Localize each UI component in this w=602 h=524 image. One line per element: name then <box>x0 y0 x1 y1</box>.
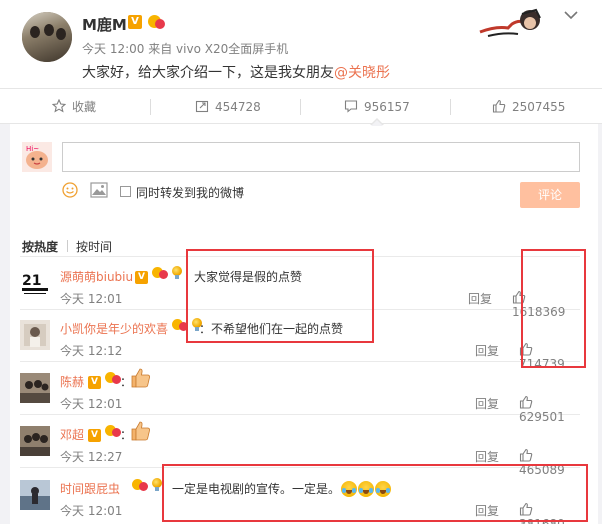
repost-checkbox[interactable] <box>120 186 131 197</box>
thumbs-up-icon <box>519 395 533 409</box>
author-avatar[interactable] <box>22 12 72 62</box>
commenter-avatar[interactable] <box>20 426 50 456</box>
action-bar: 收藏 454728 956157 2507455 <box>0 88 602 124</box>
repost-icon <box>195 100 209 113</box>
thumbs-up-emoji-icon <box>131 421 150 441</box>
star-icon <box>52 99 66 113</box>
comment-time: 今天 12:01 <box>60 504 123 518</box>
like-count: 2507455 <box>512 100 566 114</box>
mention-link[interactable]: @关晓彤 <box>334 65 390 81</box>
highlight-box <box>186 249 374 343</box>
divider <box>150 99 151 115</box>
post-text-body: 大家好，给大家介绍一下，这是我女朋友 <box>82 65 334 81</box>
verified-badge-icon: V <box>88 429 101 442</box>
repost-count: 454728 <box>215 100 261 114</box>
bulb-badge-icon <box>171 266 182 280</box>
commenter-badges <box>132 478 162 494</box>
divider <box>450 99 451 115</box>
vip-badge-icon <box>132 478 148 492</box>
commenter-avatar[interactable] <box>20 373 50 403</box>
repost-checkbox-label: 同时转发到我的微博 <box>136 186 245 200</box>
verified-badge-icon: V <box>88 376 101 389</box>
submit-comment-button[interactable]: 评论 <box>520 182 580 208</box>
chevron-down-icon[interactable] <box>564 8 578 24</box>
emoji-icon[interactable] <box>62 182 78 198</box>
commenter-badges: V <box>88 371 121 389</box>
author-name[interactable]: M鹿M <box>82 14 127 35</box>
comment-icon <box>344 100 358 113</box>
weibo-post: M鹿M V 今天 12:00 来自 vivo X20全面屏手机 大家好，给大家介… <box>0 0 602 88</box>
comment-item: 陈赫 V ： 今天 12:01 回复 629501 <box>20 363 580 424</box>
decoration-logo-icon <box>479 8 541 37</box>
reply-button[interactable]: 回复 <box>475 342 499 359</box>
comment-input[interactable] <box>62 142 580 172</box>
commenter-badges: V <box>135 266 182 284</box>
sort-by-hot-tab[interactable]: 按热度 <box>22 238 58 255</box>
verified-badge-icon: V <box>135 271 148 284</box>
vip-badge-icon <box>147 14 165 30</box>
commenter-avatar[interactable] <box>20 480 50 510</box>
vip-badge-icon <box>151 266 168 280</box>
comment-time: 今天 12:01 <box>60 397 123 411</box>
reply-button[interactable]: 回复 <box>475 448 499 465</box>
favorite-button[interactable]: 收藏 <box>52 89 96 125</box>
vip-badge-icon <box>104 371 121 385</box>
my-avatar: Hi~ <box>22 142 52 172</box>
highlight-box <box>521 249 586 368</box>
comment-time: 今天 12:12 <box>60 344 123 358</box>
divider <box>67 240 68 252</box>
thumbs-up-emoji-icon <box>131 368 150 388</box>
commenter-avatar[interactable] <box>20 320 50 350</box>
like-button[interactable]: 2507455 <box>492 89 565 125</box>
svg-text:Hi~: Hi~ <box>26 145 39 153</box>
post-meta: 今天 12:00 来自 vivo X20全面屏手机 <box>82 42 289 56</box>
svg-text:21: 21 <box>22 273 41 289</box>
caret-pointer-fill <box>371 120 383 126</box>
commenter-badges: V <box>88 424 121 442</box>
commenter-name[interactable]: 陈赫 <box>60 373 84 390</box>
comment-item: 邓超 V ： 今天 12:27 回复 465089 <box>20 416 580 477</box>
repost-button[interactable]: 454728 <box>195 89 261 125</box>
sort-by-time-tab[interactable]: 按时间 <box>76 238 112 255</box>
commenter-name[interactable]: 小凯你是年少的欢喜 <box>60 320 168 337</box>
thumbs-up-icon <box>519 448 533 462</box>
commenter-name[interactable]: 源萌萌biubiu <box>60 268 133 285</box>
verified-badge-icon: V <box>128 15 142 29</box>
reply-button[interactable]: 回复 <box>468 290 492 307</box>
commenter-name[interactable]: 邓超 <box>60 426 84 443</box>
comment-time: 今天 12:27 <box>60 450 123 464</box>
post-text: 大家好，给大家介绍一下，这是我女朋友@关晓彤 <box>82 62 390 82</box>
comment-count: 956157 <box>364 100 410 114</box>
comment-time: 今天 12:01 <box>60 292 123 306</box>
image-icon[interactable] <box>90 182 108 198</box>
commenter-name[interactable]: 时间跟屁虫 <box>60 480 120 497</box>
highlight-box <box>162 464 588 522</box>
divider <box>300 99 301 115</box>
vip-badge-icon <box>104 424 121 438</box>
reply-button[interactable]: 回复 <box>475 395 499 412</box>
thumbs-up-icon <box>492 99 506 113</box>
favorite-label: 收藏 <box>72 100 97 114</box>
commenter-avatar[interactable]: 21 <box>20 268 50 298</box>
